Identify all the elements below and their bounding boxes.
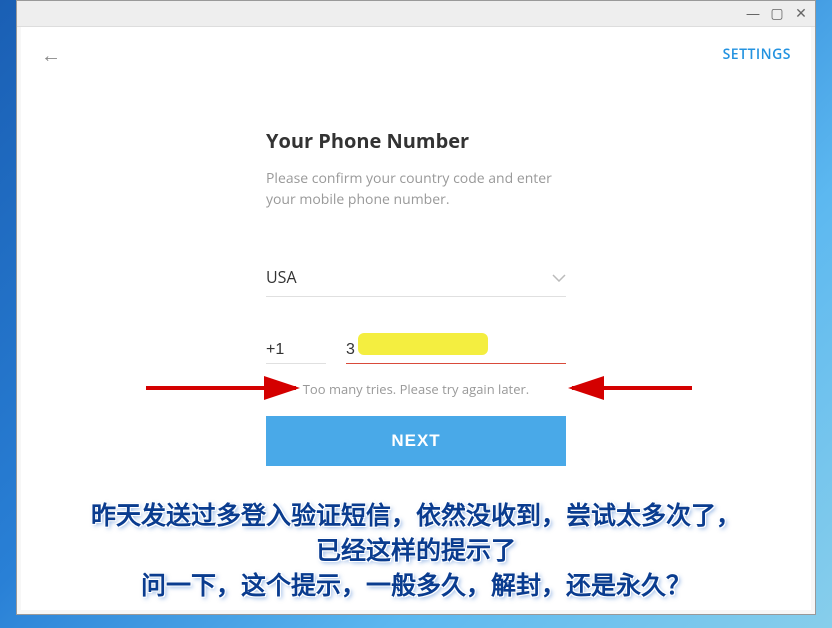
phone-number-input[interactable] [346,337,566,364]
chevron-down-icon [552,269,566,286]
annotation-text: 昨天发送过多登入验证短信，依然没收到，尝试太多次了， 已经这样的提示了 问一下，… [81,499,751,604]
country-select[interactable]: USA [266,266,566,297]
settings-link[interactable]: SETTINGS [723,45,791,64]
next-button[interactable]: NEXT [266,416,566,466]
annotation-line-3: 问一下，这个提示，一般多久，解封，还是永久？ [81,569,751,604]
page-subtext: Please confirm your country code and ent… [266,168,566,210]
minimize-button[interactable]: — [745,6,761,22]
close-button[interactable]: ✕ [793,6,809,22]
back-arrow-icon[interactable]: ← [41,41,61,68]
login-form: Your Phone Number Please confirm your co… [266,127,566,466]
error-message: Too many tries. Please try again later. [266,380,566,398]
country-label: USA [266,266,297,288]
page-title: Your Phone Number [266,127,566,154]
annotation-line-1: 昨天发送过多登入验证短信，依然没收到，尝试太多次了， [81,499,751,534]
maximize-button[interactable]: ▢ [769,6,785,22]
phone-row [266,337,566,364]
window-titlebar: — ▢ ✕ [17,1,815,27]
app-window: — ▢ ✕ ← SETTINGS Your Phone Number Pleas… [16,0,816,615]
content-area: ← SETTINGS Your Phone Number Please conf… [21,27,811,610]
phone-field [346,337,566,364]
country-code-input[interactable] [266,337,326,364]
annotation-arrow-right-icon [557,373,697,403]
top-bar: ← SETTINGS [21,27,811,82]
annotation-line-2: 已经这样的提示了 [81,534,751,569]
